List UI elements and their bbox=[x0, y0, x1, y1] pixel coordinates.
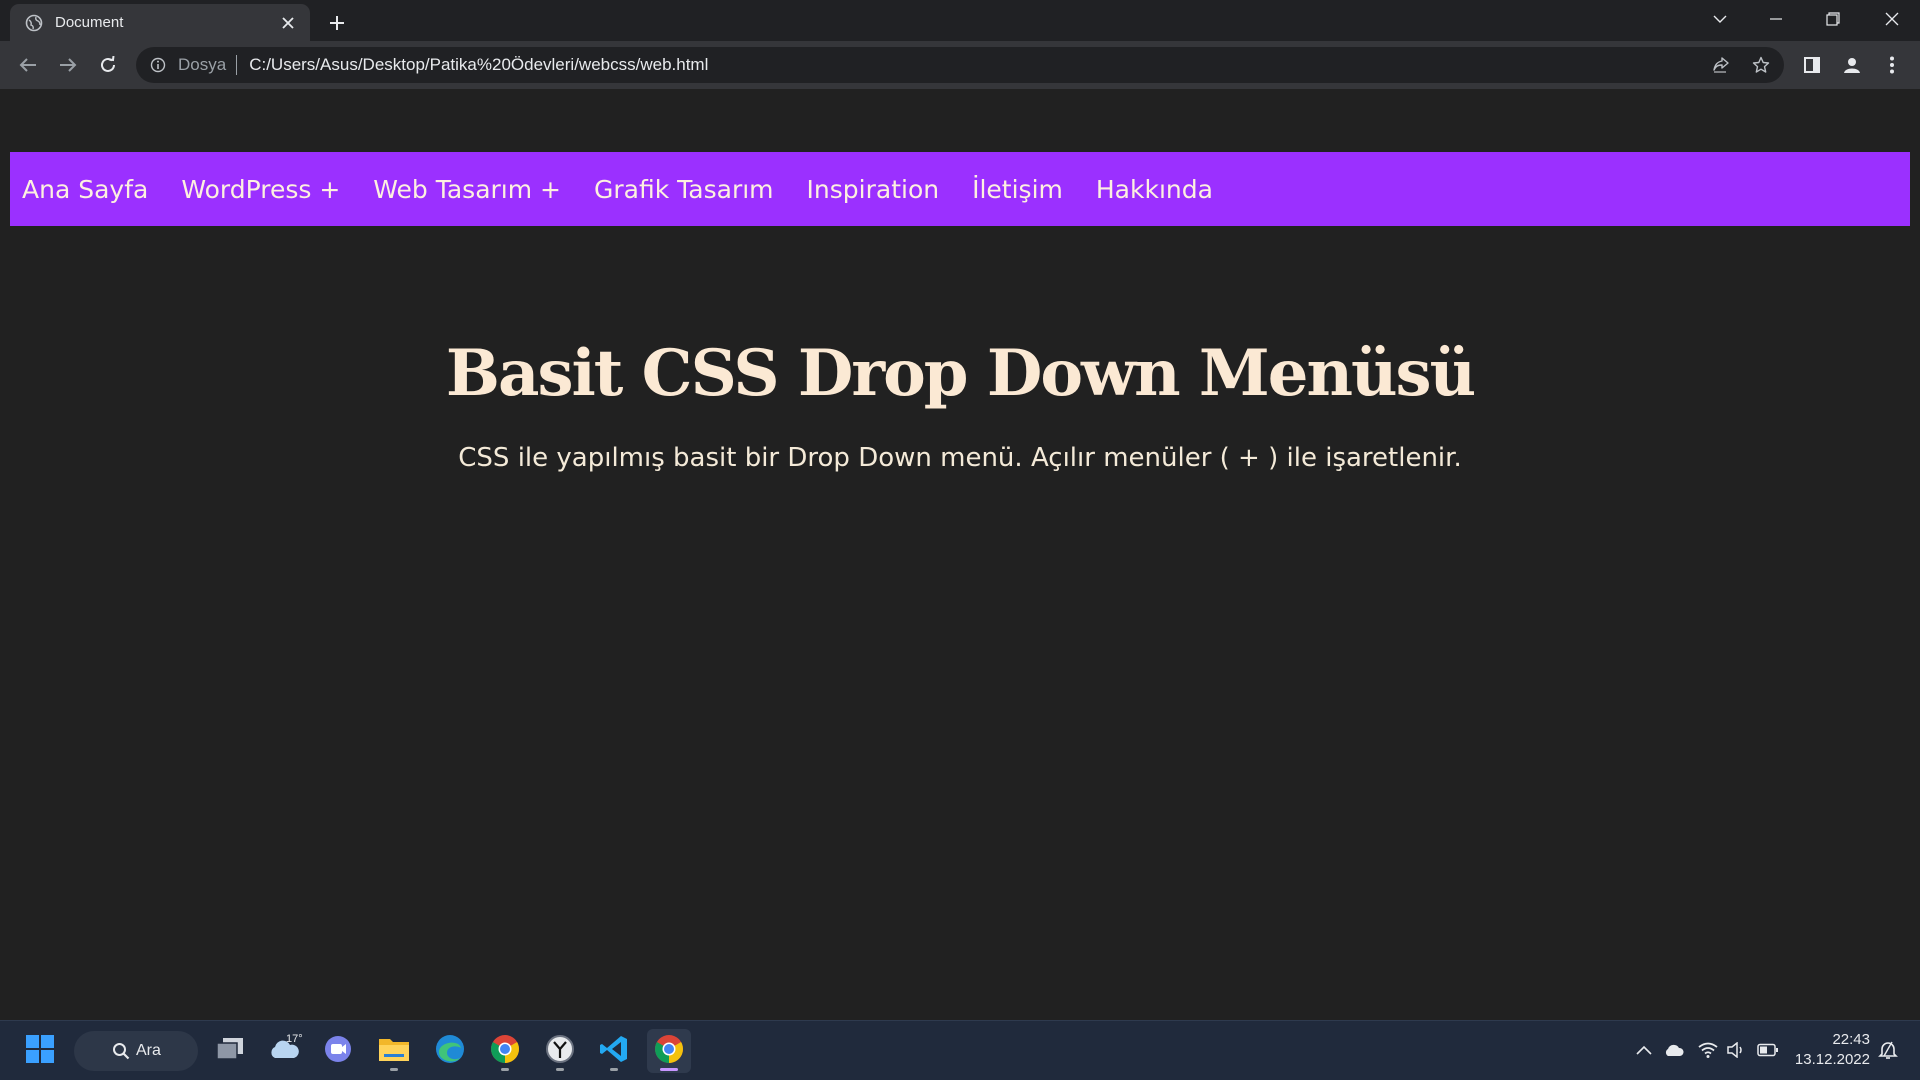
clock-time: 22:43 bbox=[1832, 1031, 1870, 1048]
reload-button[interactable] bbox=[92, 49, 124, 81]
running-indicator bbox=[610, 1068, 618, 1071]
forward-button[interactable] bbox=[52, 49, 84, 81]
weather-temperature: 17° bbox=[286, 1033, 303, 1045]
globe-icon bbox=[25, 14, 43, 32]
menu-item-grafik-tasarim[interactable]: Grafik Tasarım bbox=[594, 175, 774, 204]
security-chip[interactable]: Dosya bbox=[178, 55, 226, 75]
volume-icon[interactable] bbox=[1724, 1038, 1748, 1062]
browser-tab-document[interactable]: Document bbox=[10, 4, 310, 41]
close-window-button[interactable] bbox=[1864, 0, 1920, 38]
teams-chat-button[interactable] bbox=[316, 1029, 360, 1073]
notification-bell-icon[interactable] bbox=[1876, 1038, 1900, 1062]
chrome-icon bbox=[489, 1033, 521, 1069]
clock-app-icon bbox=[545, 1034, 575, 1068]
chrome-button-active[interactable] bbox=[647, 1029, 691, 1073]
running-indicator bbox=[390, 1068, 398, 1071]
page-subtitle: CSS ile yapılmış basit bir Drop Down men… bbox=[458, 443, 1462, 473]
onedrive-cloud-icon[interactable] bbox=[1662, 1038, 1686, 1062]
bookmark-star-icon[interactable] bbox=[1744, 48, 1778, 82]
url-text[interactable]: C:/Users/Asus/Desktop/Patika%20Ödevleri/… bbox=[249, 55, 1704, 75]
back-button[interactable] bbox=[12, 49, 44, 81]
folder-icon bbox=[378, 1035, 410, 1067]
page-title: Basit CSS Drop Down Menüsü bbox=[445, 336, 1476, 411]
menu-item-iletisim[interactable]: İletişim bbox=[972, 175, 1063, 204]
info-icon[interactable] bbox=[148, 55, 168, 75]
address-bar[interactable]: Dosya C:/Users/Asus/Desktop/Patika%20Öde… bbox=[136, 47, 1784, 83]
more-menu-icon[interactable] bbox=[1876, 49, 1908, 81]
edge-icon bbox=[434, 1033, 466, 1069]
tab-strip: Document bbox=[0, 0, 1920, 41]
menu-item-hakkinda[interactable]: Hakkında bbox=[1096, 175, 1213, 204]
vscode-button[interactable] bbox=[592, 1029, 636, 1073]
share-icon[interactable] bbox=[1704, 48, 1738, 82]
omnibox-divider bbox=[236, 55, 238, 75]
file-explorer-button[interactable] bbox=[372, 1029, 416, 1073]
menu-item-wordpress[interactable]: WordPress + bbox=[181, 175, 340, 204]
clock-date: 13.12.2022 bbox=[1794, 1051, 1870, 1068]
running-indicator bbox=[501, 1068, 509, 1071]
start-button[interactable] bbox=[18, 1029, 62, 1073]
wifi-icon[interactable] bbox=[1696, 1038, 1720, 1062]
show-hidden-icons-chevron-icon[interactable] bbox=[1632, 1038, 1656, 1062]
clock-app-button[interactable] bbox=[538, 1029, 582, 1073]
system-clock[interactable]: 22:43 13.12.2022 bbox=[1790, 1030, 1870, 1070]
battery-icon[interactable] bbox=[1756, 1038, 1780, 1062]
tab-title: Document bbox=[55, 14, 124, 31]
active-indicator bbox=[660, 1068, 678, 1071]
new-tab-button[interactable] bbox=[323, 9, 351, 37]
close-tab-icon[interactable] bbox=[278, 13, 298, 33]
task-view-button[interactable] bbox=[208, 1029, 252, 1073]
menu-item-inspiration[interactable]: Inspiration bbox=[807, 175, 940, 204]
windows-logo-icon bbox=[25, 1034, 55, 1068]
profile-avatar-icon[interactable] bbox=[1836, 49, 1868, 81]
chrome-icon bbox=[653, 1033, 685, 1069]
nav-menu: Ana Sayfa WordPress + Web Tasarım + Graf… bbox=[10, 152, 1910, 226]
page-viewport: Ana Sayfa WordPress + Web Tasarım + Graf… bbox=[0, 89, 1920, 1020]
task-view-icon bbox=[215, 1036, 245, 1066]
browser-toolbar: Dosya C:/Users/Asus/Desktop/Patika%20Öde… bbox=[0, 41, 1920, 89]
restore-window-button[interactable] bbox=[1805, 0, 1861, 38]
tab-search-chevron-icon[interactable] bbox=[1692, 0, 1748, 38]
menu-item-ana-sayfa[interactable]: Ana Sayfa bbox=[22, 175, 148, 204]
chrome-button-1[interactable] bbox=[483, 1029, 527, 1073]
search-icon bbox=[112, 1042, 130, 1065]
edge-browser-button[interactable] bbox=[428, 1029, 472, 1073]
menu-item-web-tasarim[interactable]: Web Tasarım + bbox=[373, 175, 561, 204]
vscode-icon bbox=[599, 1034, 629, 1068]
taskbar-search[interactable]: Ara bbox=[74, 1031, 198, 1071]
side-panel-icon[interactable] bbox=[1796, 49, 1828, 81]
search-label: Ara bbox=[136, 1042, 161, 1059]
running-indicator bbox=[556, 1068, 564, 1071]
minimize-window-button[interactable] bbox=[1748, 0, 1804, 38]
chat-icon bbox=[323, 1034, 353, 1068]
